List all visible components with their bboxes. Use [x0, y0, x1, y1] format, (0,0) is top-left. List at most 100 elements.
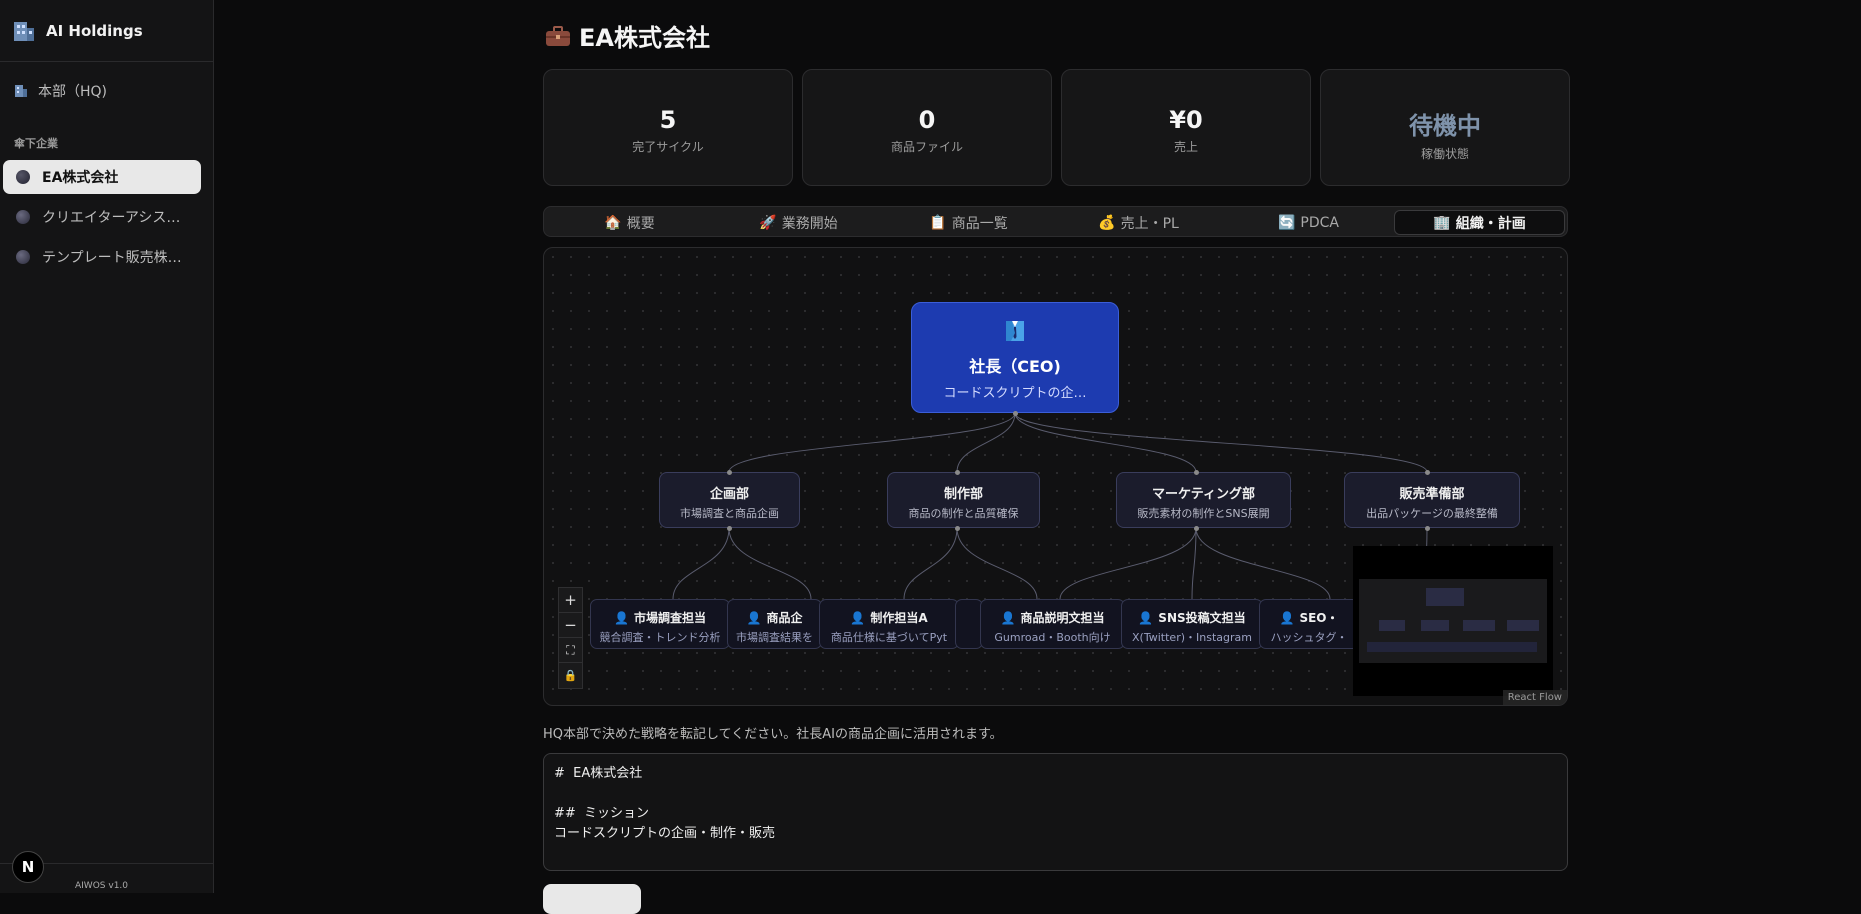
org-node-department[interactable]: マーケティング部 販売素材の制作とSNS展開: [1116, 472, 1291, 528]
person-icon: 👤: [850, 610, 866, 625]
org-node-agent[interactable]: 👤 SNS投稿文担当 X(Twitter)・Instagram: [1121, 599, 1263, 649]
person-icon: 👤: [1279, 610, 1295, 625]
node-subtitle: Gumroad・Booth向け: [994, 631, 1111, 644]
stat-label: 売上: [1173, 140, 1198, 154]
tab-label: 売上・PL: [1120, 215, 1179, 232]
lock-button[interactable]: 🔒: [559, 663, 582, 688]
sidebar-item-label: EA株式会社: [42, 170, 119, 186]
stat-value: 待機中: [1409, 112, 1481, 140]
brand-title: AI Holdings: [46, 21, 143, 40]
money-bag-icon: 💰: [1098, 214, 1116, 231]
org-node-agent[interactable]: 👤 商品説明文担当 Gumroad・Booth向け: [980, 599, 1125, 649]
stat-value: 5: [659, 106, 677, 134]
react-flow-attribution[interactable]: React Flow: [1502, 690, 1567, 705]
node-subtitle: 販売素材の制作とSNS展開: [1137, 507, 1270, 520]
node-handle[interactable]: [1425, 470, 1430, 475]
org-node-ceo[interactable]: 社長（CEO) コードスクリプトの企…: [911, 302, 1119, 413]
zoom-in-button[interactable]: +: [559, 588, 582, 613]
strategy-hint: HQ本部で決めた戦略を転記してください。社長AIの商品企画に活用されます。: [543, 727, 1003, 742]
org-node-agent[interactable]: 👤 商品企 市場調査結果を: [727, 599, 822, 649]
stat-label: 商品ファイル: [890, 140, 963, 154]
tab-products[interactable]: 📋 商品一覧: [886, 210, 1051, 235]
node-title: 商品企: [766, 611, 803, 625]
tab-label: 組織・計画: [1455, 215, 1526, 232]
minimap[interactable]: [1353, 546, 1553, 696]
node-title: 制作部: [943, 487, 983, 502]
node-title: 市場調査担当: [633, 611, 706, 625]
org-node-department[interactable]: 企画部 市場調査と商品企画: [659, 472, 800, 528]
node-subtitle: ハッシュタグ・: [1270, 631, 1348, 644]
page-title-text: EA株式会社: [579, 24, 710, 52]
node-subtitle: 出品パッケージの最終整備: [1366, 507, 1498, 520]
stat-label: 完了サイクル: [632, 140, 704, 154]
stat-card-status: 待機中 稼働状態: [1320, 69, 1570, 186]
org-node-agent[interactable]: 👤 SEO・ ハッシュタグ・: [1259, 599, 1359, 649]
sidebar-item-label: 本部（HQ): [38, 84, 108, 100]
stat-value: 0: [918, 106, 936, 134]
node-handle[interactable]: [727, 526, 732, 531]
sidebar-item-company-3[interactable]: テンプレート販売株…: [3, 240, 201, 274]
org-chart-canvas[interactable]: 社長（CEO) コードスクリプトの企… 企画部 市場調査と商品企画 制作部 商品…: [543, 247, 1568, 706]
node-subtitle: 競合調査・トレンド分析: [599, 631, 721, 644]
node-title: 販売準備部: [1399, 487, 1465, 502]
node-handle[interactable]: [955, 470, 960, 475]
rocket-icon: 🚀: [759, 214, 777, 231]
office-icon: 🏢: [1433, 214, 1451, 231]
next-dev-badge[interactable]: N: [12, 851, 44, 883]
node-handle[interactable]: [955, 526, 960, 531]
org-node-agent[interactable]: 👤 市場調査担当 競合調査・トレンド分析: [590, 599, 730, 649]
suit-icon: [1006, 321, 1024, 341]
node-handle[interactable]: [1425, 526, 1430, 531]
page-title: EA株式会社: [545, 18, 710, 53]
org-node-department[interactable]: 販売準備部 出品パッケージの最終整備: [1344, 472, 1520, 528]
node-title: SEO・: [1299, 611, 1339, 625]
tab-start-work[interactable]: 🚀 業務開始: [716, 210, 881, 235]
org-node-agent[interactable]: 👤 制作担当A 商品仕様に基づいてPyt: [819, 599, 959, 649]
clipboard-icon: 📋: [929, 214, 947, 231]
node-title: 商品説明文担当: [1020, 611, 1105, 625]
node-subtitle: 市場調査結果を: [736, 631, 813, 644]
stat-card-files: 0 商品ファイル: [802, 69, 1052, 186]
sidebar-item-label: テンプレート販売株…: [42, 250, 182, 266]
tab-pdca[interactable]: 🔄 PDCA: [1226, 210, 1391, 235]
node-subtitle: 商品の制作と品質確保: [908, 507, 1019, 520]
fit-view-button[interactable]: ⛶: [559, 638, 582, 663]
person-icon: 👤: [1138, 610, 1154, 625]
company-icon: [16, 170, 30, 184]
node-title: マーケティング部: [1152, 487, 1255, 502]
house-icon: 🏠: [604, 214, 622, 231]
tab-overview[interactable]: 🏠 概要: [547, 210, 712, 235]
strategy-textarea[interactable]: # EA株式会社 ## ミッション コードスクリプトの企画・制作・販売: [543, 753, 1568, 871]
node-handle[interactable]: [1194, 470, 1199, 475]
node-title: 企画部: [709, 487, 749, 502]
org-node-department[interactable]: 制作部 商品の制作と品質確保: [887, 472, 1040, 528]
save-button[interactable]: [543, 884, 641, 914]
company-icon: [16, 210, 30, 224]
tab-sales-pl[interactable]: 💰 売上・PL: [1056, 210, 1221, 235]
node-handle[interactable]: [1194, 526, 1199, 531]
stat-card-sales: ¥0 売上: [1061, 69, 1311, 186]
tab-label: 業務開始: [781, 215, 838, 232]
person-icon: 👤: [1000, 610, 1016, 625]
tab-label: 概要: [626, 215, 655, 232]
stat-value: ¥0: [1169, 106, 1203, 134]
org-node-agent[interactable]: [955, 599, 983, 649]
stat-label: 稼働状態: [1420, 147, 1469, 161]
tab-label: 商品一覧: [951, 215, 1008, 232]
node-subtitle: コードスクリプトの企…: [943, 386, 1087, 401]
node-title: 社長（CEO): [969, 357, 1061, 376]
node-subtitle: X(Twitter)・Instagram: [1132, 631, 1252, 644]
sidebar-item-company-2[interactable]: クリエイターアシス…: [3, 200, 201, 234]
person-icon: 👤: [614, 610, 629, 625]
brand-header[interactable]: AI Holdings: [0, 0, 213, 62]
tab-org-plan[interactable]: 🏢 組織・計画: [1394, 210, 1565, 235]
company-icon: [16, 250, 30, 264]
sidebar-item-company-1[interactable]: EA株式会社: [3, 160, 201, 194]
cycle-icon: 🔄: [1277, 214, 1296, 231]
sidebar-item-hq[interactable]: 本部（HQ): [14, 81, 107, 101]
tab-bar: 🏠 概要 🚀 業務開始 📋 商品一覧 💰 売上・PL 🔄 PDCA 🏢 組織・計…: [543, 206, 1568, 237]
node-handle[interactable]: [1013, 411, 1018, 416]
node-handle[interactable]: [727, 470, 732, 475]
zoom-out-button[interactable]: −: [559, 613, 582, 638]
flow-controls: + − ⛶ 🔒: [558, 587, 583, 689]
